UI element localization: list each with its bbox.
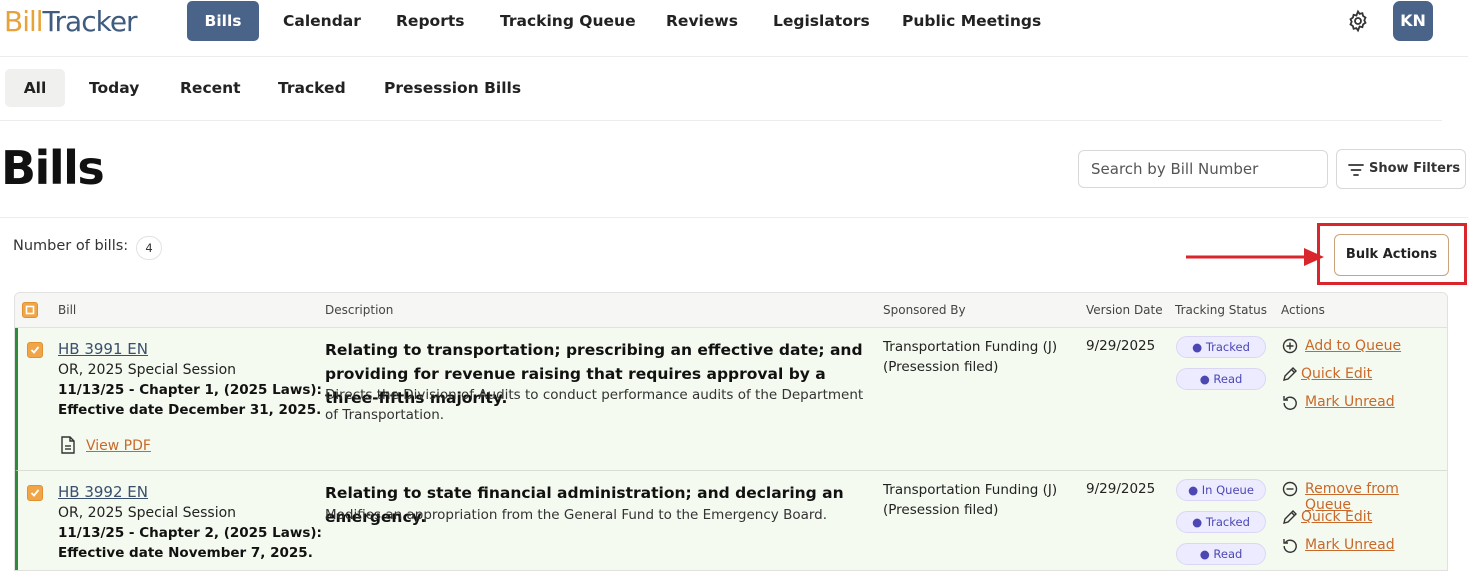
nav-item-public-meetings[interactable]: Public Meetings — [902, 1, 1041, 41]
status-badge-tracked: ● Tracked — [1176, 336, 1266, 358]
bill-session: OR, 2025 Special Session — [58, 505, 237, 521]
version-date: 9/29/2025 — [1086, 481, 1156, 497]
nav-item-calendar[interactable]: Calendar — [283, 1, 361, 41]
status-badge-tracked: ● Tracked — [1176, 511, 1266, 533]
tab-all[interactable]: All — [5, 69, 65, 107]
bill-chapter-line1: 11/13/25 - Chapter 2, (2025 Laws): — [58, 525, 322, 541]
bill-filter-tabs: All Today Recent Tracked Presession Bill… — [0, 57, 1442, 121]
bulk-actions-button[interactable]: Bulk Actions — [1334, 234, 1449, 276]
bill-session: OR, 2025 Special Session — [58, 362, 237, 378]
bill-chapter-line2: Effective date December 31, 2025. — [58, 402, 322, 418]
undo-icon — [1282, 537, 1298, 553]
pencil-icon — [1282, 366, 1298, 382]
bill-number-link[interactable]: HB 3991 EN — [58, 340, 148, 358]
header-actions: Actions — [1281, 303, 1325, 317]
nav-item-reviews[interactable]: Reviews — [666, 1, 738, 41]
top-navigation-bar: BillTracker Bills Calendar Reports Track… — [0, 0, 1468, 57]
version-date: 9/29/2025 — [1086, 338, 1156, 354]
table-row: HB 3991 EN OR, 2025 Special Session 11/1… — [15, 328, 1447, 471]
show-filters-button[interactable]: Show Filters — [1336, 149, 1466, 189]
minus-circle-icon — [1282, 481, 1298, 497]
gear-icon[interactable] — [1346, 9, 1370, 33]
header-description[interactable]: Description — [325, 303, 393, 317]
add-to-queue-link[interactable]: Add to Queue — [1305, 338, 1401, 354]
tab-today[interactable]: Today — [89, 69, 139, 107]
header-version-date[interactable]: Version Date — [1086, 303, 1163, 317]
quick-edit-link[interactable]: Quick Edit — [1301, 509, 1372, 525]
bill-chapter-line2: Effective date November 7, 2025. — [58, 545, 313, 561]
bill-sponsor: Transportation Funding (J) (Presession f… — [883, 339, 1058, 375]
nav-item-legislators[interactable]: Legislators — [773, 1, 870, 41]
status-badge-in-queue: ● In Queue — [1176, 479, 1266, 501]
mark-unread-link[interactable]: Mark Unread — [1305, 394, 1395, 410]
bill-count-label: Number of bills: — [13, 238, 129, 254]
filter-icon — [1347, 162, 1365, 178]
plus-circle-icon — [1282, 338, 1298, 354]
header-bill[interactable]: Bill — [58, 303, 76, 317]
table-header: Bill Description Sponsored By Version Da… — [15, 293, 1447, 328]
tab-recent[interactable]: Recent — [180, 69, 241, 107]
nav-item-bills[interactable]: Bills — [187, 1, 259, 41]
page-title: Bills — [1, 141, 105, 195]
status-badge-read: ● Read — [1176, 543, 1266, 565]
undo-icon — [1282, 394, 1298, 410]
status-badge-read: ● Read — [1176, 368, 1266, 390]
quick-edit-link[interactable]: Quick Edit — [1301, 366, 1372, 382]
user-avatar[interactable]: KN — [1393, 1, 1433, 41]
document-icon — [60, 436, 76, 454]
red-arrow-annotation — [1186, 244, 1326, 268]
bill-chapter-line1: 11/13/25 - Chapter 1, (2025 Laws): — [58, 382, 322, 398]
bill-summary: Modifies an appropriation from the Gener… — [325, 507, 828, 523]
header-sponsored-by[interactable]: Sponsored By — [883, 303, 966, 317]
header-tracking-status[interactable]: Tracking Status — [1175, 303, 1267, 317]
row-checkbox[interactable] — [27, 342, 43, 358]
nav-item-reports[interactable]: Reports — [396, 1, 464, 41]
view-pdf-link[interactable]: View PDF — [86, 438, 151, 454]
bill-count-badge: 4 — [136, 236, 162, 260]
row-checkbox[interactable] — [27, 485, 43, 501]
app-logo[interactable]: BillTracker — [4, 5, 138, 39]
bills-table: Bill Description Sponsored By Version Da… — [14, 292, 1448, 571]
bill-number-link[interactable]: HB 3992 EN — [58, 483, 148, 501]
tab-presession-bills[interactable]: Presession Bills — [384, 69, 521, 107]
bill-summary: Directs the Division of Audits to conduc… — [325, 387, 864, 423]
show-filters-label: Show Filters — [1369, 161, 1461, 176]
table-row: HB 3992 EN OR, 2025 Special Session 11/1… — [15, 471, 1447, 570]
section-divider — [0, 217, 1468, 218]
bill-search-input[interactable] — [1078, 150, 1328, 188]
bill-sponsor: Transportation Funding (J) (Presession f… — [883, 482, 1058, 518]
nav-item-tracking-queue[interactable]: Tracking Queue — [500, 1, 636, 41]
tab-tracked[interactable]: Tracked — [278, 69, 346, 107]
mark-unread-link[interactable]: Mark Unread — [1305, 537, 1395, 553]
pencil-icon — [1282, 509, 1298, 525]
select-all-checkbox[interactable] — [22, 302, 38, 318]
